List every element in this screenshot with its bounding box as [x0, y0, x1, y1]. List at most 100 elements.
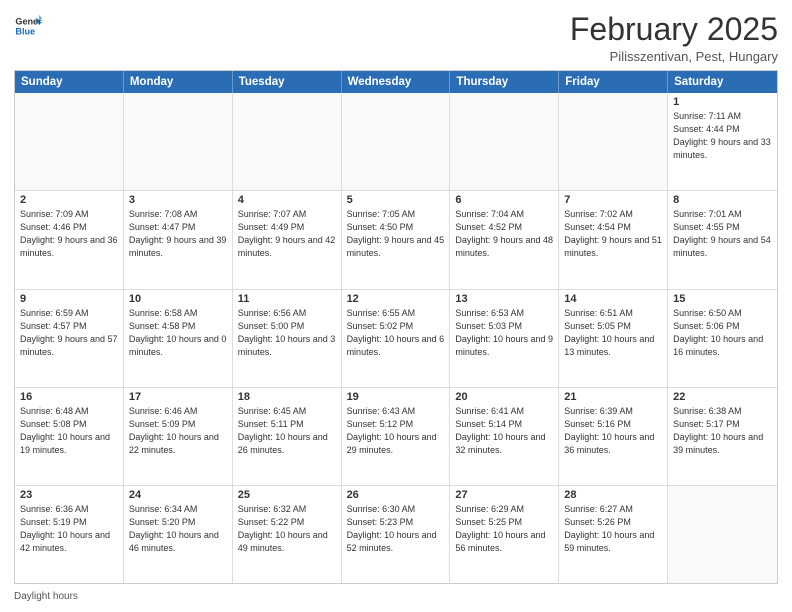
day-info: Sunrise: 6:46 AM Sunset: 5:09 PM Dayligh… — [129, 405, 227, 457]
empty-cell — [233, 93, 342, 190]
page: General Blue February 2025 Pilisszentiva… — [0, 0, 792, 612]
calendar-row-4: 16Sunrise: 6:48 AM Sunset: 5:08 PM Dayli… — [15, 387, 777, 485]
title-block: February 2025 Pilisszentivan, Pest, Hung… — [570, 12, 778, 64]
calendar-body: 1Sunrise: 7:11 AM Sunset: 4:44 PM Daylig… — [15, 93, 777, 583]
day-cell-3: 3 Sunrise: 7:08 AM Sunset: 4:47 PM Daylig… — [124, 191, 233, 288]
calendar-row-1: 1Sunrise: 7:11 AM Sunset: 4:44 PM Daylig… — [15, 93, 777, 190]
day-info: Sunrise: 6:59 AM Sunset: 4:57 PM Dayligh… — [20, 307, 118, 359]
day-cell-22: 22 Sunrise: 6:38 AM Sunset: 5:17 PM Dayli… — [668, 388, 777, 485]
day-number: 22 — [673, 391, 772, 403]
day-number: 25 — [238, 489, 336, 501]
day-info: Sunrise: 6:56 AM Sunset: 5:00 PM Dayligh… — [238, 307, 336, 359]
day-info: Sunrise: 7:02 AM Sunset: 4:54 PM Dayligh… — [564, 208, 662, 260]
location: Pilisszentivan, Pest, Hungary — [570, 49, 778, 64]
header-day-wednesday: Wednesday — [342, 71, 451, 93]
day-info: Sunrise: 7:07 AM Sunset: 4:49 PM Dayligh… — [238, 208, 336, 260]
day-info: Sunrise: 6:53 AM Sunset: 5:03 PM Dayligh… — [455, 307, 553, 359]
day-info: Sunrise: 6:55 AM Sunset: 5:02 PM Dayligh… — [347, 307, 445, 359]
day-number: 19 — [347, 391, 445, 403]
day-number: 13 — [455, 293, 553, 305]
header-day-sunday: Sunday — [15, 71, 124, 93]
day-info: Sunrise: 7:05 AM Sunset: 4:50 PM Dayligh… — [347, 208, 445, 260]
day-number: 9 — [20, 293, 118, 305]
day-number: 23 — [20, 489, 118, 501]
header: General Blue February 2025 Pilisszentiva… — [14, 12, 778, 64]
day-cell-21: 21 Sunrise: 6:39 AM Sunset: 5:16 PM Dayli… — [559, 388, 668, 485]
day-number: 4 — [238, 194, 336, 206]
day-info: Sunrise: 6:39 AM Sunset: 5:16 PM Dayligh… — [564, 405, 662, 457]
header-day-tuesday: Tuesday — [233, 71, 342, 93]
day-cell-8: 8 Sunrise: 7:01 AM Sunset: 4:55 PM Daylig… — [668, 191, 777, 288]
day-number: 11 — [238, 293, 336, 305]
day-info: Sunrise: 7:01 AM Sunset: 4:55 PM Dayligh… — [673, 208, 772, 260]
empty-cell — [450, 93, 559, 190]
day-cell-23: 23 Sunrise: 6:36 AM Sunset: 5:19 PM Dayli… — [15, 486, 124, 583]
day-cell-10: 10Sunrise: 6:58 AM Sunset: 4:58 PM Dayli… — [124, 290, 233, 387]
day-cell-15: 15 Sunrise: 6:50 AM Sunset: 5:06 PM Dayli… — [668, 290, 777, 387]
day-number: 8 — [673, 194, 772, 206]
empty-cell — [124, 93, 233, 190]
month-title: February 2025 — [570, 12, 778, 47]
calendar-row-5: 23 Sunrise: 6:36 AM Sunset: 5:19 PM Dayli… — [15, 485, 777, 583]
day-number: 12 — [347, 293, 445, 305]
day-number: 1 — [673, 96, 772, 108]
day-cell-19: 19 Sunrise: 6:43 AM Sunset: 5:12 PM Dayli… — [342, 388, 451, 485]
svg-text:Blue: Blue — [15, 26, 35, 36]
day-info: Sunrise: 7:09 AM Sunset: 4:46 PM Dayligh… — [20, 208, 118, 260]
day-number: 7 — [564, 194, 662, 206]
header-day-thursday: Thursday — [450, 71, 559, 93]
legend: Daylight hours — [14, 589, 778, 604]
day-info: Sunrise: 6:27 AM Sunset: 5:26 PM Dayligh… — [564, 503, 662, 555]
empty-cell — [15, 93, 124, 190]
logo-icon: General Blue — [14, 12, 42, 40]
day-number: 24 — [129, 489, 227, 501]
day-cell-24: 24Sunrise: 6:34 AM Sunset: 5:20 PM Dayli… — [124, 486, 233, 583]
day-cell-25: 25 Sunrise: 6:32 AM Sunset: 5:22 PM Dayli… — [233, 486, 342, 583]
empty-cell — [559, 93, 668, 190]
day-cell-17: 17 Sunrise: 6:46 AM Sunset: 5:09 PM Dayli… — [124, 388, 233, 485]
day-cell-2: 2Sunrise: 7:09 AM Sunset: 4:46 PM Daylig… — [15, 191, 124, 288]
day-info: Sunrise: 7:04 AM Sunset: 4:52 PM Dayligh… — [455, 208, 553, 260]
day-number: 21 — [564, 391, 662, 403]
day-cell-12: 12 Sunrise: 6:55 AM Sunset: 5:02 PM Dayli… — [342, 290, 451, 387]
day-number: 15 — [673, 293, 772, 305]
day-cell-4: 4 Sunrise: 7:07 AM Sunset: 4:49 PM Daylig… — [233, 191, 342, 288]
day-info: Sunrise: 6:50 AM Sunset: 5:06 PM Dayligh… — [673, 307, 772, 359]
day-info: Sunrise: 6:29 AM Sunset: 5:25 PM Dayligh… — [455, 503, 553, 555]
day-number: 3 — [129, 194, 227, 206]
day-info: Sunrise: 6:41 AM Sunset: 5:14 PM Dayligh… — [455, 405, 553, 457]
day-cell-28: 28 Sunrise: 6:27 AM Sunset: 5:26 PM Dayli… — [559, 486, 668, 583]
day-cell-9: 9 Sunrise: 6:59 AM Sunset: 4:57 PM Daylig… — [15, 290, 124, 387]
day-info: Sunrise: 6:36 AM Sunset: 5:19 PM Dayligh… — [20, 503, 118, 555]
calendar-row-2: 2Sunrise: 7:09 AM Sunset: 4:46 PM Daylig… — [15, 190, 777, 288]
day-number: 26 — [347, 489, 445, 501]
day-number: 28 — [564, 489, 662, 501]
logo: General Blue — [14, 12, 42, 40]
day-number: 10 — [129, 293, 227, 305]
day-info: Sunrise: 6:43 AM Sunset: 5:12 PM Dayligh… — [347, 405, 445, 457]
day-number: 18 — [238, 391, 336, 403]
day-cell-26: 26 Sunrise: 6:30 AM Sunset: 5:23 PM Dayli… — [342, 486, 451, 583]
day-cell-20: 20 Sunrise: 6:41 AM Sunset: 5:14 PM Dayli… — [450, 388, 559, 485]
day-number: 20 — [455, 391, 553, 403]
day-cell-14: 14 Sunrise: 6:51 AM Sunset: 5:05 PM Dayli… — [559, 290, 668, 387]
day-cell-1: 1Sunrise: 7:11 AM Sunset: 4:44 PM Daylig… — [668, 93, 777, 190]
day-number: 17 — [129, 391, 227, 403]
day-info: Sunrise: 6:45 AM Sunset: 5:11 PM Dayligh… — [238, 405, 336, 457]
day-cell-11: 11 Sunrise: 6:56 AM Sunset: 5:00 PM Dayli… — [233, 290, 342, 387]
day-cell-27: 27Sunrise: 6:29 AM Sunset: 5:25 PM Dayli… — [450, 486, 559, 583]
empty-cell — [342, 93, 451, 190]
day-cell-13: 13 Sunrise: 6:53 AM Sunset: 5:03 PM Dayli… — [450, 290, 559, 387]
day-number: 14 — [564, 293, 662, 305]
day-info: Sunrise: 6:30 AM Sunset: 5:23 PM Dayligh… — [347, 503, 445, 555]
day-info: Sunrise: 6:38 AM Sunset: 5:17 PM Dayligh… — [673, 405, 772, 457]
day-info: Sunrise: 7:08 AM Sunset: 4:47 PM Dayligh… — [129, 208, 227, 260]
day-info: Sunrise: 6:48 AM Sunset: 5:08 PM Dayligh… — [20, 405, 118, 457]
empty-cell — [668, 486, 777, 583]
day-cell-5: 5 Sunrise: 7:05 AM Sunset: 4:50 PM Daylig… — [342, 191, 451, 288]
day-info: Sunrise: 6:51 AM Sunset: 5:05 PM Dayligh… — [564, 307, 662, 359]
day-cell-16: 16Sunrise: 6:48 AM Sunset: 5:08 PM Dayli… — [15, 388, 124, 485]
day-number: 5 — [347, 194, 445, 206]
day-cell-18: 18 Sunrise: 6:45 AM Sunset: 5:11 PM Dayli… — [233, 388, 342, 485]
day-info: Sunrise: 6:32 AM Sunset: 5:22 PM Dayligh… — [238, 503, 336, 555]
